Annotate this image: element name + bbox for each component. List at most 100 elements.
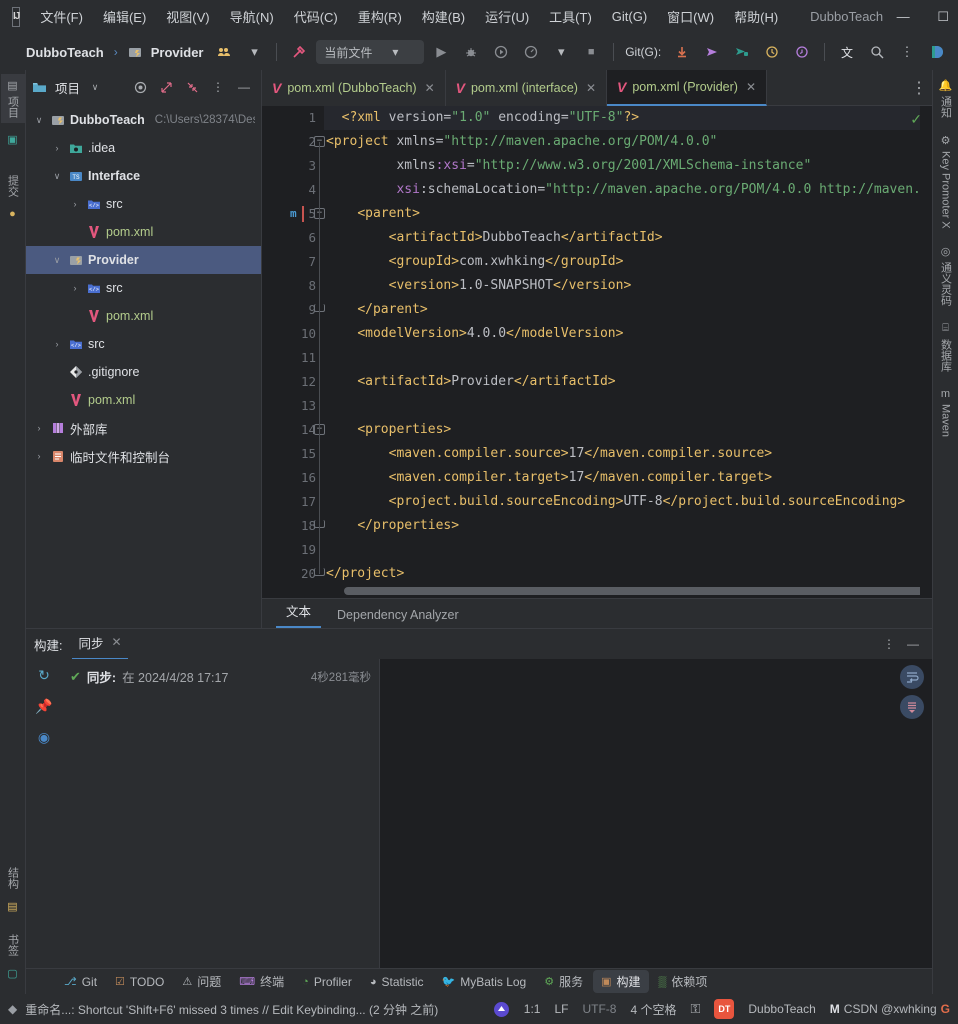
editor-tab-bar[interactable]: Vpom.xml (DubboTeach) ✕ Vpom.xml (interfac… xyxy=(262,70,932,106)
sidebar-item-project[interactable]: ▤ 项目 xyxy=(0,74,25,123)
run-button[interactable]: ▶ xyxy=(428,39,454,65)
menu-help[interactable]: 帮助(H) xyxy=(724,3,788,30)
chevron-down-icon[interactable]: ∨ xyxy=(84,76,106,98)
more-options-icon[interactable]: ⋮ xyxy=(878,633,900,655)
expand-icon[interactable] xyxy=(155,76,177,98)
chevron-right-icon[interactable]: › xyxy=(32,451,46,461)
run-configuration-selector[interactable]: 当前文件 ▾ xyxy=(316,40,425,64)
build-detail-pane[interactable] xyxy=(380,659,932,968)
code-line[interactable] xyxy=(324,394,932,418)
code-line[interactable]: </properties> xyxy=(324,514,932,538)
build-results-tree[interactable]: ✔ 同步: 在 2024/4/28 17:17 4秒281毫秒 xyxy=(62,659,380,968)
chevron-down-icon[interactable]: ∨ xyxy=(50,171,64,182)
lock-icon[interactable]: ⚿ xyxy=(690,1001,700,1017)
tree-node-DubboTeach[interactable]: ∨ DubboTeach C:\Users\28374\Des xyxy=(26,106,261,134)
menu-run[interactable]: 运行(U) xyxy=(475,3,539,30)
hide-panel-button[interactable]: — xyxy=(902,633,924,655)
code-line[interactable] xyxy=(324,538,932,562)
toolwindow-dependencies[interactable]: ▒ 依赖项 xyxy=(651,970,716,993)
code-line[interactable]: <project.build.sourceEncoding>UTF-8</pro… xyxy=(324,490,932,514)
caret-position[interactable]: 1:1 xyxy=(524,1002,541,1016)
debug-button[interactable] xyxy=(458,39,484,65)
tab-pom-dubboteach[interactable]: Vpom.xml (DubboTeach) ✕ xyxy=(262,70,446,106)
structure-icon[interactable]: ▤ xyxy=(7,900,17,923)
toolwindow-statistic[interactable]: ◕ Statistic xyxy=(362,972,432,992)
toolwindow-profiler[interactable]: ◔ Profiler xyxy=(294,972,360,992)
code-line[interactable]: <modelVersion>4.0.0</modelVersion> xyxy=(324,322,932,346)
editor-code-area[interactable]: <?xml version="1.0" encoding="UTF-8"?> <p… xyxy=(324,106,932,598)
profile-caret-icon[interactable]: ▾ xyxy=(548,39,574,65)
tongyi-icon[interactable] xyxy=(493,1001,510,1018)
code-line[interactable]: <parent> xyxy=(324,202,932,226)
sidebar-item-monitor[interactable]: ▣ xyxy=(7,129,17,150)
collapse-icon[interactable] xyxy=(181,76,203,98)
editor-gutter[interactable]: 1 2− 3 4 5m− 6 7 8 9 10 11 12 13 14− 15 16 17 18 19 20 xyxy=(262,106,325,598)
menu-navigate[interactable]: 导航(N) xyxy=(220,3,284,30)
tree-node-Interface[interactable]: ∨ TS Interface xyxy=(26,162,261,190)
search-icon[interactable] xyxy=(864,39,890,65)
share-caret-icon[interactable]: ▾ xyxy=(241,39,267,65)
tree-node-src[interactable]: › </> src xyxy=(26,330,261,358)
tree-node-.idea[interactable]: › .idea xyxy=(26,134,261,162)
sidebar-item-maven[interactable]: m Maven xyxy=(940,383,952,442)
tree-node-Provider[interactable]: ∨ Provider xyxy=(26,246,261,274)
tree-node-pom.xml[interactable]: pom.xml xyxy=(26,218,261,246)
editor-horizontal-scrollbar[interactable] xyxy=(344,587,932,595)
toolwindow-services[interactable]: ⚙ 服务 xyxy=(536,970,591,993)
chevron-right-icon[interactable]: › xyxy=(68,199,82,209)
tree-node-[interactable]: › 临时文件和控制台 xyxy=(26,442,261,470)
menu-view[interactable]: 视图(V) xyxy=(156,3,219,30)
chevron-down-icon[interactable]: ∨ xyxy=(32,115,46,126)
code-line[interactable]: xsi:schemaLocation="http://maven.apache.… xyxy=(324,178,932,202)
code-editor[interactable]: 1 2− 3 4 5m− 6 7 8 9 10 11 12 13 14− 15 16 17 18 19 20 <?xm… xyxy=(262,106,932,598)
tree-node-.gitignore[interactable]: .gitignore xyxy=(26,358,261,386)
more-options-icon[interactable]: ⋮ xyxy=(894,39,920,65)
ai-assistant-icon[interactable] xyxy=(924,39,950,65)
project-name[interactable]: DubboTeach xyxy=(748,1002,815,1016)
close-icon[interactable]: ✕ xyxy=(425,81,435,95)
rerun-icon[interactable]: ↻ xyxy=(38,667,50,684)
menu-edit[interactable]: 编辑(E) xyxy=(93,3,156,30)
line-separator[interactable]: LF xyxy=(554,1002,568,1016)
breadcrumb-module[interactable]: Provider xyxy=(151,45,204,60)
sidebar-item-bookmarks[interactable]: 书签 xyxy=(5,929,21,961)
pin-icon[interactable]: 📌 xyxy=(35,698,52,715)
code-line[interactable]: </project> xyxy=(324,562,932,586)
toolwindow-git[interactable]: ⎇ Git xyxy=(56,972,105,992)
sidebar-item-commit[interactable]: 提交 xyxy=(5,170,21,202)
editor-tabs-more-icon[interactable]: ⋮ xyxy=(906,70,932,106)
rollback-icon[interactable] xyxy=(789,39,815,65)
stop-button[interactable]: ■ xyxy=(578,39,604,65)
sidebar-item-tongyi-lingma[interactable]: ◎ 通义灵码 xyxy=(938,240,954,311)
soft-wrap-icon[interactable] xyxy=(900,665,924,689)
toolwindow-mybatis-log[interactable]: 🐦 MyBatis Log xyxy=(434,972,535,992)
editor-bottom-tabs[interactable]: 文本 Dependency Analyzer xyxy=(262,598,932,628)
sync-result-row[interactable]: ✔ 同步: 在 2024/4/28 17:17 4秒281毫秒 xyxy=(62,665,379,688)
chevron-right-icon[interactable]: › xyxy=(68,283,82,293)
file-encoding[interactable]: UTF-8 xyxy=(582,1002,616,1016)
account-widget[interactable]: M CSDN @xwhking G xyxy=(830,1002,950,1016)
code-line[interactable]: <artifactId>DubboTeach</artifactId> xyxy=(324,226,932,250)
menu-file[interactable]: 文件(F) xyxy=(30,3,93,30)
maven-gutter-icon[interactable]: m xyxy=(290,202,297,226)
build-tab-sync[interactable]: 同步 ✕ xyxy=(72,629,128,660)
chevron-down-icon[interactable]: ∨ xyxy=(50,255,64,266)
right-tool-strip[interactable]: 🔔 通知 ⚙ Key Promoter X ◎ 通义灵码 ⌸ 数据库 m Maven xyxy=(932,70,958,994)
ed-tab-text[interactable]: 文本 xyxy=(276,598,322,628)
bookmarks-icon[interactable]: ▢ xyxy=(7,967,17,988)
sidebar-item-database[interactable]: ⌸ 数据库 xyxy=(938,317,954,377)
close-icon[interactable]: ✕ xyxy=(112,635,122,649)
tree-node-pom.xml[interactable]: pom.xml xyxy=(26,302,261,330)
tree-node-src[interactable]: › </> src xyxy=(26,190,261,218)
run-with-coverage-button[interactable] xyxy=(488,39,514,65)
code-line[interactable]: <project xmlns="http://maven.apache.org/… xyxy=(324,130,932,154)
close-icon[interactable]: ✕ xyxy=(586,81,596,95)
code-line[interactable]: <groupId>com.xwhking</groupId> xyxy=(324,250,932,274)
toolwindow-problems[interactable]: ⚠ 问题 xyxy=(174,970,229,993)
sidebar-item-notifications[interactable]: 🔔 通知 xyxy=(938,74,954,123)
menu-refactor[interactable]: 重构(R) xyxy=(348,3,412,30)
locate-icon[interactable] xyxy=(129,76,151,98)
breadcrumb-project[interactable]: DubboTeach xyxy=(26,45,104,60)
code-line[interactable]: <artifactId>Provider</artifactId> xyxy=(324,370,932,394)
ed-tab-dependency-analyzer[interactable]: Dependency Analyzer xyxy=(327,605,469,628)
